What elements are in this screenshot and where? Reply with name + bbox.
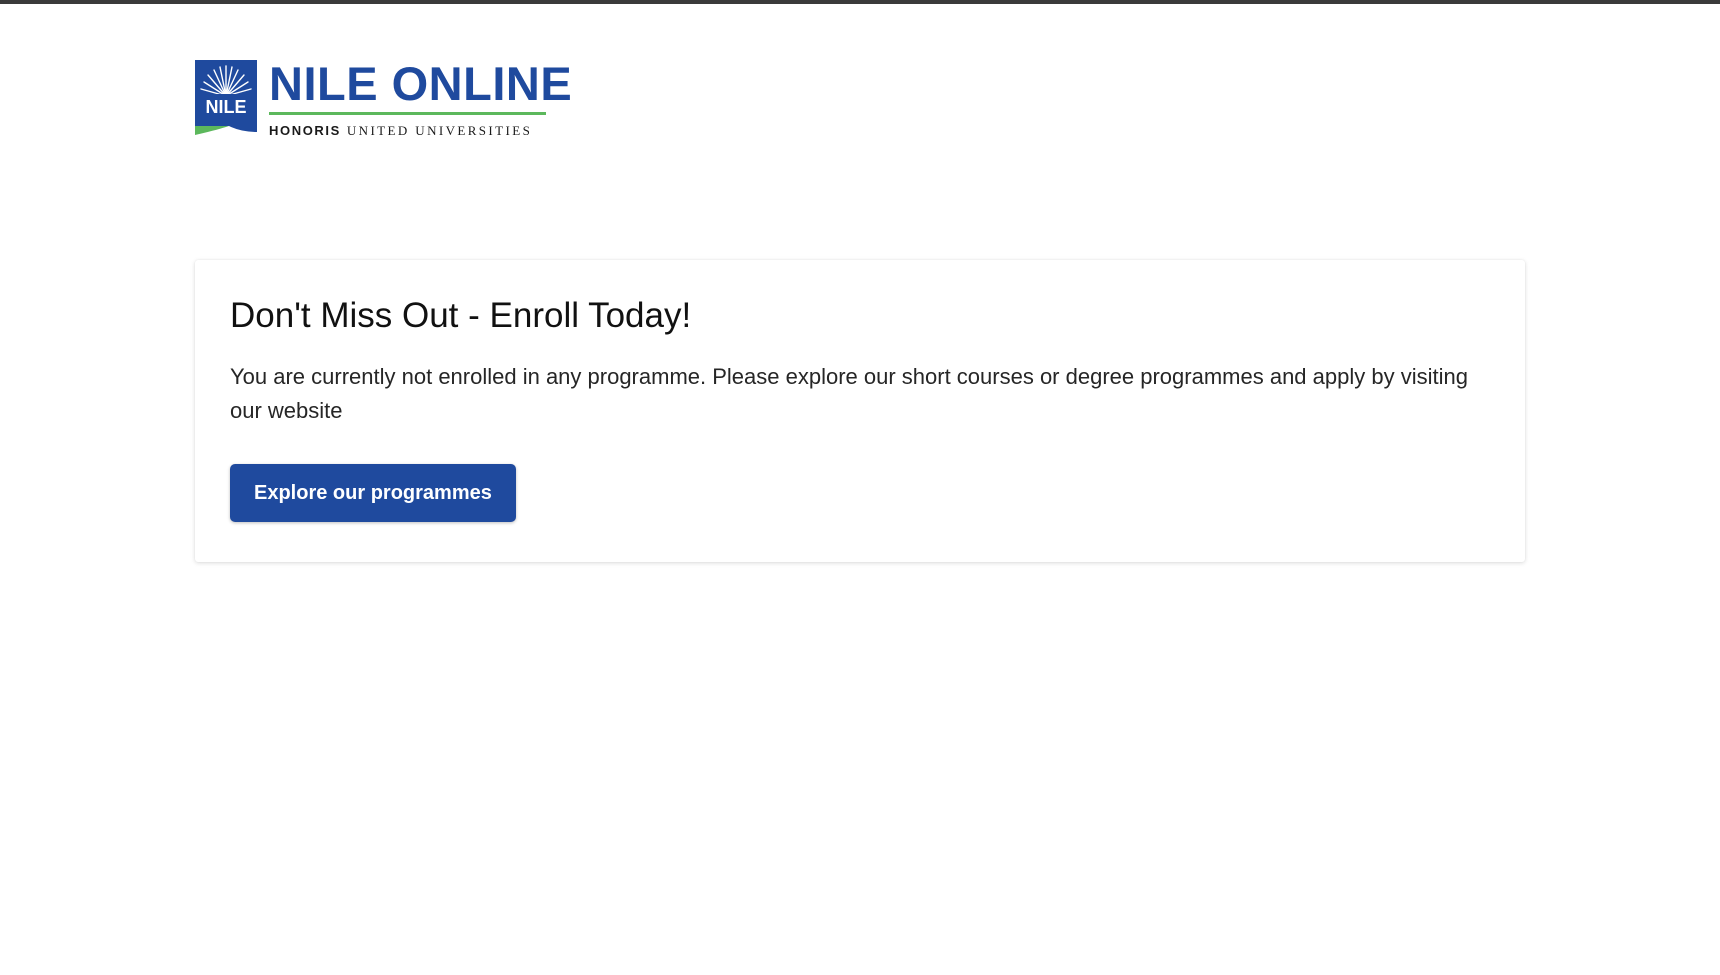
nile-online-logo[interactable]: NILE NILE ONLINE HONORIS UNITED UNIVERSIT… <box>195 60 572 138</box>
logo-tagline: HONORIS UNITED UNIVERSITIES <box>269 124 572 138</box>
nile-logo-mark-icon: NILE <box>195 60 257 135</box>
svg-text:NILE: NILE <box>205 97 246 117</box>
explore-programmes-button[interactable]: Explore our programmes <box>230 464 516 522</box>
logo-divider <box>269 112 546 115</box>
enroll-card: Don't Miss Out - Enroll Today! You are c… <box>195 260 1525 562</box>
card-title: Don't Miss Out - Enroll Today! <box>230 296 692 335</box>
card-message: You are currently not enrolled in any pr… <box>230 364 1468 423</box>
logo-text: NILE ONLINE HONORIS UNITED UNIVERSITIES <box>269 60 572 138</box>
logo-tagline-honoris: HONORIS <box>269 123 341 138</box>
logo-wordmark: NILE ONLINE <box>269 57 573 110</box>
top-rule <box>0 0 1720 4</box>
logo-tagline-united-universities: UNITED UNIVERSITIES <box>346 123 533 138</box>
